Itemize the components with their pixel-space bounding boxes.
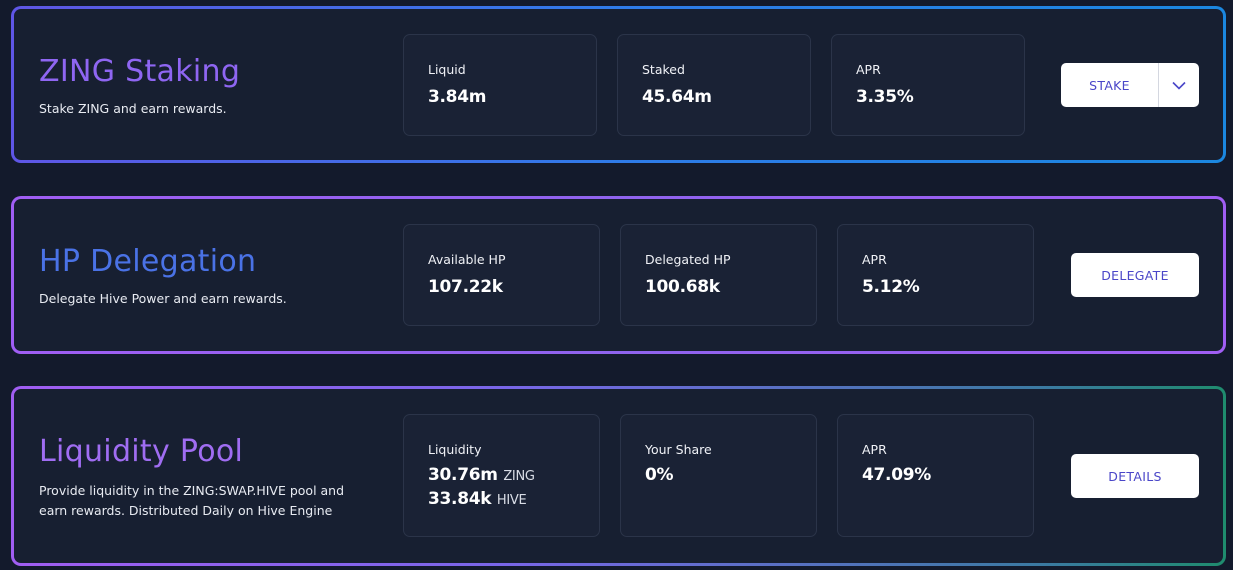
stat-apr: APR 5.12% — [837, 224, 1034, 326]
stake-split-button: STAKE — [1061, 63, 1199, 107]
stat-value: 45.64m — [642, 87, 712, 107]
stat-value: 3.35% — [856, 87, 914, 107]
card-title: Liquidity Pool — [39, 434, 244, 469]
stat-label: Liquidity — [428, 442, 482, 457]
zing-staking-card: ZING Staking Stake ZING and earn rewards… — [11, 6, 1226, 163]
stat-value: 0% — [645, 465, 674, 485]
stat-value: 3.84m — [428, 87, 487, 107]
liquidity-zing-line: 30.76m ZING — [428, 465, 535, 485]
card-title: ZING Staking — [39, 54, 241, 89]
stat-label: Liquid — [428, 62, 466, 77]
stake-dropdown-toggle[interactable] — [1158, 63, 1199, 107]
card-description: Stake ZING and earn rewards. — [39, 101, 227, 116]
stat-label: Delegated HP — [645, 252, 731, 267]
card-description: Delegate Hive Power and earn rewards. — [39, 291, 287, 306]
stat-liquid: Liquid 3.84m — [403, 34, 597, 136]
stat-delegated-hp: Delegated HP 100.68k — [620, 224, 817, 326]
delegate-button[interactable]: DELEGATE — [1071, 253, 1199, 297]
stat-label: APR — [862, 252, 887, 267]
liquidity-hive-value: 33.84k — [428, 489, 492, 509]
stat-value: 47.09% — [862, 465, 932, 485]
stat-value: 107.22k — [428, 277, 503, 297]
card-body: ZING Staking Stake ZING and earn rewards… — [14, 9, 1223, 160]
stat-staked: Staked 45.64m — [617, 34, 811, 136]
details-button[interactable]: DETAILS — [1071, 454, 1199, 498]
stat-label: Staked — [642, 62, 685, 77]
card-description: Provide liquidity in the ZING:SWAP.HIVE … — [39, 483, 345, 518]
stat-apr: APR 47.09% — [837, 414, 1034, 537]
liquidity-pool-card: Liquidity Pool Provide liquidity in the … — [11, 386, 1226, 566]
stat-label: APR — [862, 442, 887, 457]
stat-apr: APR 3.35% — [831, 34, 1025, 136]
card-title: HP Delegation — [39, 244, 257, 279]
stat-label: APR — [856, 62, 881, 77]
liquidity-hive-line: 33.84k HIVE — [428, 489, 527, 509]
stat-value: 100.68k — [645, 277, 720, 297]
liquidity-zing-value: 30.76m — [428, 465, 498, 485]
stake-button[interactable]: STAKE — [1061, 63, 1158, 107]
stat-label: Your Share — [645, 442, 712, 457]
card-body: HP Delegation Delegate Hive Power and ea… — [14, 199, 1223, 351]
liquidity-hive-unit: HIVE — [496, 493, 527, 508]
card-body: Liquidity Pool Provide liquidity in the … — [14, 389, 1223, 563]
hp-delegation-card: HP Delegation Delegate Hive Power and ea… — [11, 196, 1226, 354]
stat-liquidity: Liquidity 30.76m ZING 33.84k HIVE — [403, 414, 600, 537]
stat-label: Available HP — [428, 252, 506, 267]
liquidity-zing-unit: ZING — [503, 469, 535, 484]
stat-value: 5.12% — [862, 277, 920, 297]
chevron-down-icon — [1172, 81, 1186, 90]
stat-your-share: Your Share 0% — [620, 414, 817, 537]
stat-available-hp: Available HP 107.22k — [403, 224, 600, 326]
